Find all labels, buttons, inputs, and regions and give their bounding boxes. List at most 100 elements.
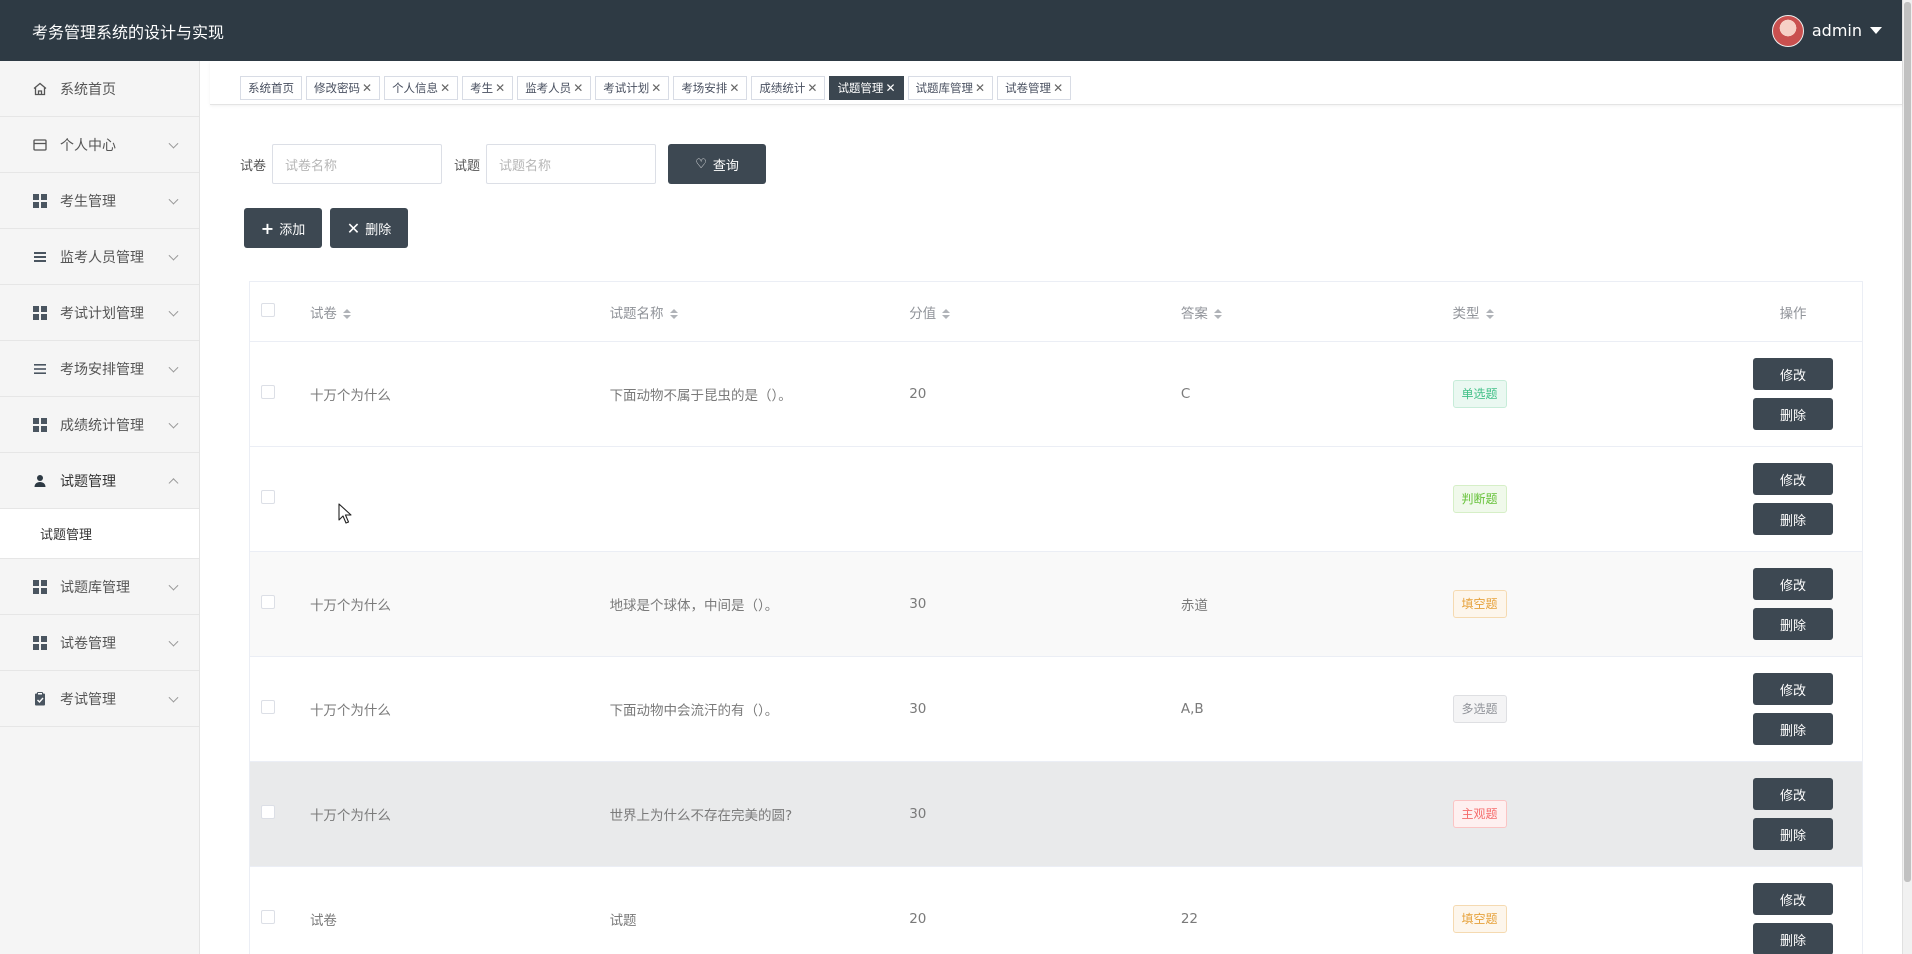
delete-button[interactable]: 删除 [1753,398,1834,430]
search-form: 试卷 试卷名称 试题 试题名称 ♡ 查询 [240,144,767,184]
tab-label: 系统首页 [248,81,294,95]
caret-down-icon[interactable] [1870,27,1882,34]
close-icon[interactable]: ✕ [729,81,739,95]
close-icon[interactable]: ✕ [440,81,450,95]
sort-icon[interactable] [1213,308,1222,319]
close-icon[interactable]: ✕ [362,81,372,95]
chevron-down-icon [168,250,179,261]
tab-home[interactable]: 系统首页 [240,76,302,100]
tab-questions[interactable]: 试题管理 ✕ [829,76,904,100]
column-header-score[interactable]: 分值 [909,302,1181,322]
sidebar-item-students[interactable]: 考生管理 [0,173,199,229]
row-checkbox[interactable] [261,490,275,504]
question-label: 试题 [454,158,481,174]
chevron-down-icon [168,580,179,591]
user-menu[interactable]: admin [1771,14,1882,47]
avatar[interactable] [1771,14,1804,47]
tab-scores[interactable]: 成绩统计 ✕ [751,76,826,100]
batch-delete-button[interactable]: ✕ 删除 [330,208,408,248]
tab-question-bank[interactable]: 试题库管理 ✕ [907,76,994,100]
paper-search-input[interactable]: 试卷名称 [272,144,443,184]
edit-button[interactable]: 修改 [1753,568,1834,600]
type-badge: 多选题 [1452,695,1507,723]
sort-icon[interactable] [942,308,951,319]
delete-button[interactable]: 删除 [1753,608,1834,640]
delete-button[interactable]: 删除 [1753,503,1834,535]
type-badge: 填空题 [1452,590,1507,618]
close-icon[interactable]: ✕ [495,81,505,95]
sort-icon[interactable] [342,308,351,319]
grid-icon [32,635,48,651]
table-row[interactable]: 十万个为什么 地球是个球体，中间是（）。 30 赤道 填空题 修改 删除 [250,552,1862,657]
edit-button[interactable]: 修改 [1753,778,1834,810]
tab-exam-plan[interactable]: 考试计划 ✕ [595,76,670,100]
add-button[interactable]: + 添加 [244,208,322,248]
close-icon[interactable]: ✕ [651,81,661,95]
scrollbar-thumb[interactable] [1904,2,1911,882]
delete-button[interactable]: 删除 [1753,923,1834,954]
tab-change-password[interactable]: 修改密码 ✕ [306,76,381,100]
select-all-checkbox[interactable] [261,302,275,317]
close-icon[interactable]: ✕ [573,81,583,95]
edit-button[interactable]: 修改 [1753,883,1834,915]
sidebar-item-label: 试题管理 [60,473,116,490]
close-icon[interactable]: ✕ [1053,81,1063,95]
question-search-input[interactable]: 试题名称 [486,144,657,184]
table-row[interactable]: 十万个为什么 下面动物中会流汗的有（）。 30 A,B 多选题 修改 删除 [250,657,1862,762]
tab-students[interactable]: 考生 ✕ [462,76,514,100]
column-header-paper[interactable]: 试卷 [310,302,610,322]
row-checkbox[interactable] [261,595,275,609]
row-checkbox[interactable] [261,385,275,399]
tab-bar: 系统首页 修改密码 ✕ 个人信息 ✕ 考生 ✕ 监考人员 ✕ 考试计划 ✕ 考场安排 ✕ 成… [210,61,1902,105]
close-icon[interactable]: ✕ [975,81,985,95]
chevron-up-icon [168,477,179,488]
tab-personal-info[interactable]: 个人信息 ✕ [384,76,459,100]
page-scrollbar[interactable] [1902,0,1912,954]
sidebar-item-exam-room[interactable]: 考场安排管理 [0,341,199,397]
column-header-type[interactable]: 类型 [1453,302,1725,322]
submenu-item-questions[interactable]: 试题管理 [0,509,199,559]
sidebar-item-exam-plan[interactable]: 考试计划管理 [0,285,199,341]
sidebar-item-scores[interactable]: 成绩统计管理 [0,397,199,453]
heart-icon: ♡ [695,156,707,172]
sidebar-item-papers[interactable]: 试卷管理 [0,615,199,671]
sidebar-item-personal-center[interactable]: 个人中心 [0,117,199,173]
sidebar-item-questions[interactable]: 试题管理 [0,453,199,509]
delete-button[interactable]: 删除 [1753,818,1834,850]
sidebar-item-question-bank[interactable]: 试题库管理 [0,559,199,615]
delete-button[interactable]: 删除 [1753,713,1834,745]
chevron-down-icon [168,418,179,429]
column-header-question[interactable]: 试题名称 [610,302,910,322]
sort-icon[interactable] [1485,308,1494,319]
close-icon[interactable]: ✕ [885,81,895,95]
cell-paper: 十万个为什么 [309,808,391,824]
column-header-actions: 操作 [1779,305,1807,322]
tab-exam-room[interactable]: 考场安排 ✕ [673,76,748,100]
tab-invigilators[interactable]: 监考人员 ✕ [517,76,592,100]
table-row[interactable]: 十万个为什么 世界上为什么不存在完美的圆? 30 主观题 修改 删除 [250,762,1862,867]
tab-label: 考试计划 [603,81,650,95]
row-checkbox[interactable] [261,700,275,714]
cell-question: 地球是个球体，中间是（）。 [609,598,779,614]
chevron-down-icon [168,692,179,703]
tab-papers[interactable]: 试卷管理 ✕ [997,76,1072,100]
sidebar-item-home[interactable]: 系统首页 [0,61,199,117]
row-checkbox[interactable] [261,805,275,819]
table-row[interactable]: 试卷 试题 20 22 填空题 修改 删除 [250,867,1862,954]
column-header-answer[interactable]: 答案 [1181,302,1453,322]
table-row[interactable]: 十万个为什么 下面动物不属于昆虫的是（）。 20 C 单选题 修改 删除 [250,342,1862,447]
edit-button[interactable]: 修改 [1753,673,1834,705]
list-icon [32,249,48,265]
tab-label: 考生 [470,81,494,95]
edit-button[interactable]: 修改 [1753,358,1834,390]
table-row[interactable]: 判断题 修改 删除 [250,447,1862,552]
row-checkbox[interactable] [261,910,275,924]
query-button[interactable]: ♡ 查询 [668,144,767,184]
username[interactable]: admin [1812,21,1862,40]
sort-icon[interactable] [669,308,678,319]
edit-button[interactable]: 修改 [1753,463,1834,495]
sidebar-item-exams[interactable]: 考试管理 [0,671,199,727]
close-icon[interactable]: ✕ [807,81,817,95]
sidebar-item-invigilators[interactable]: 监考人员管理 [0,229,199,285]
paper-placeholder: 试卷名称 [285,158,338,174]
